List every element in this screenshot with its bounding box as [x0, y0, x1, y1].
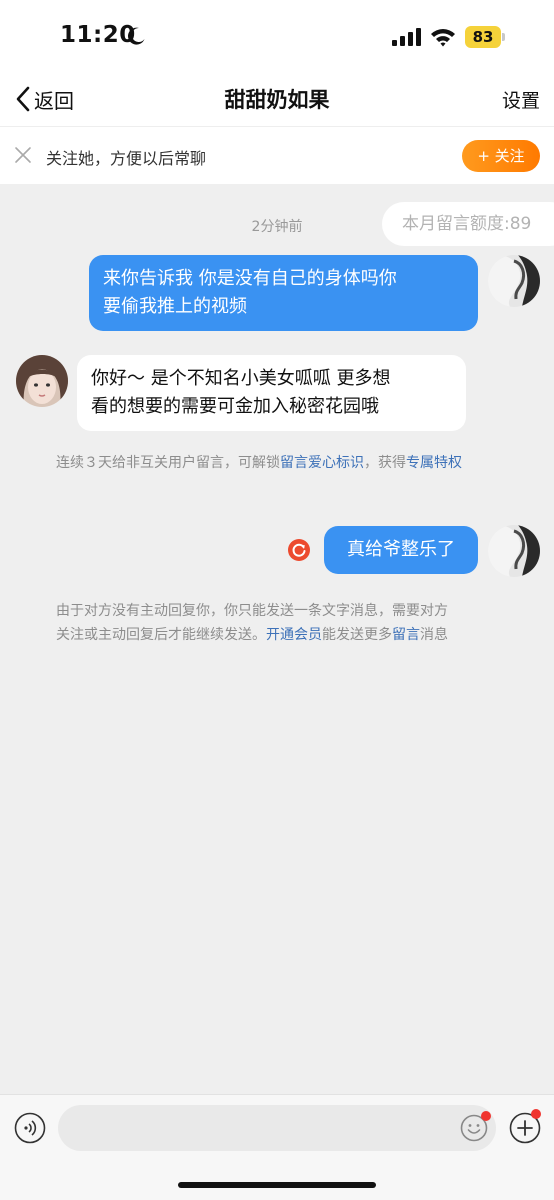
- avatar-image: [488, 255, 540, 307]
- status-bar: 11:20 83: [0, 0, 554, 72]
- wifi-icon: [431, 29, 455, 47]
- battery-percent: 83: [472, 28, 494, 46]
- follow-prompt-text: 关注她，方便以后常聊: [46, 149, 207, 168]
- outgoing-message-bubble[interactable]: 来你告诉我 你是没有自己的身体吗你 要偷我推上的视频: [89, 255, 478, 331]
- notification-dot: [531, 1109, 541, 1119]
- outgoing-message-bubble[interactable]: 真给爷整乐了: [324, 526, 478, 574]
- message-input[interactable]: [58, 1105, 496, 1151]
- message-line: 你好～ 是个不知名小美女呱呱 更多想: [91, 368, 391, 389]
- message-timestamp: 2分钟前: [251, 219, 303, 235]
- refresh-icon: [292, 543, 306, 557]
- message-link[interactable]: 留言: [392, 627, 420, 643]
- home-indicator: [178, 1182, 376, 1188]
- avatar-image: [488, 525, 540, 577]
- nav-bar: 返回 甜甜奶如果 设置: [0, 72, 554, 126]
- notification-dot: [481, 1111, 491, 1121]
- battery-indicator: 83: [465, 26, 505, 48]
- message-line: 来你告诉我 你是没有自己的身体吗你: [103, 268, 397, 289]
- voice-icon[interactable]: [14, 1112, 46, 1144]
- exclusive-privilege-link[interactable]: 专属特权: [406, 455, 462, 471]
- message-line: 看的想要的需要可金加入秘密花园哦: [91, 396, 379, 417]
- avatar-image: [16, 355, 68, 407]
- notice-text: ，获得: [364, 455, 406, 471]
- notice-text: 关注或主动回复后才能继续发送。: [56, 627, 266, 643]
- message-line: 真给爷整乐了: [347, 539, 455, 560]
- message-line: 要偷我推上的视频: [103, 296, 247, 317]
- open-membership-link[interactable]: 开通会员: [266, 627, 322, 643]
- follow-button[interactable]: + 关注: [462, 140, 540, 172]
- my-avatar[interactable]: [488, 255, 540, 307]
- contact-avatar[interactable]: [16, 355, 68, 407]
- incoming-message-bubble[interactable]: 你好～ 是个不知名小美女呱呱 更多想 看的想要的需要可金加入秘密花园哦: [77, 355, 466, 431]
- settings-button[interactable]: 设置: [502, 86, 540, 113]
- notice-text: 消息: [420, 627, 448, 643]
- notice-text: 由于对方没有主动回复你，你只能发送一条文字消息，需要对方: [56, 603, 448, 619]
- unlock-privilege-notice: 连续３天给非互关用户留言，可解锁留言爱心标识，获得专属特权: [56, 451, 506, 475]
- close-icon[interactable]: [14, 146, 32, 164]
- resend-button[interactable]: [288, 539, 310, 561]
- conversation-title: 甜甜奶如果: [224, 88, 330, 112]
- cellular-signal-icon: [392, 28, 421, 46]
- moon-icon: [128, 27, 145, 45]
- notice-text: 连续３天给非互关用户留言，可解锁: [56, 455, 280, 471]
- my-avatar[interactable]: [488, 525, 540, 577]
- notice-text: 能发送更多: [322, 627, 392, 643]
- follow-banner: 关注她，方便以后常聊 + 关注: [0, 126, 554, 184]
- status-time: 11:20: [60, 22, 136, 48]
- send-limit-notice: 由于对方没有主动回复你，你只能发送一条文字消息，需要对方 关注或主动回复后才能继…: [56, 599, 506, 647]
- heart-badge-link[interactable]: 留言爱心标识: [280, 455, 364, 471]
